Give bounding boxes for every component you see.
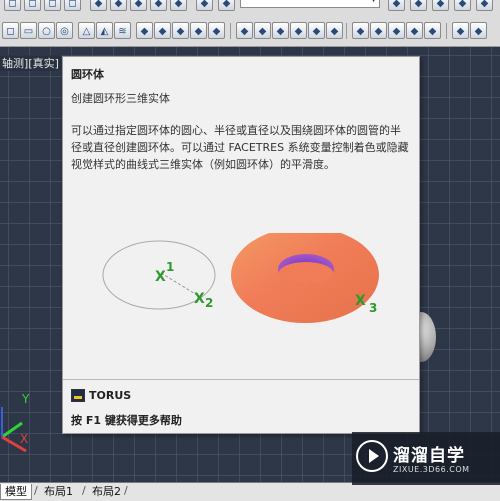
toolbar-button[interactable]: ◆	[236, 22, 253, 39]
toolbar-row-modeling: ◻ ▭ ○ ◎ △ ◭ ≋ ◆ ◆ ◆ ◆ ◆ ◆ ◆ ◆ ◆ ◆ ◆ ◆ ◆ …	[0, 20, 500, 42]
chevron-down-icon: ▼	[370, 0, 377, 4]
toolbar-button[interactable]: ◆	[410, 0, 427, 11]
toolbar-button[interactable]: ◆	[170, 0, 187, 11]
point-3-label: 3	[369, 301, 377, 315]
toolbar-button[interactable]: ◆	[352, 22, 369, 39]
point-2-mark: X	[194, 291, 205, 307]
point-3-mark: X	[355, 293, 366, 309]
sphere-icon[interactable]: ○	[38, 22, 55, 39]
toolbar-button[interactable]: ◆	[308, 22, 325, 39]
toolbar-button[interactable]: ◆	[454, 0, 471, 11]
tab-layout2[interactable]: 布局2	[88, 484, 125, 499]
toolbar-button[interactable]: ◆	[470, 22, 487, 39]
box-icon[interactable]: ◻	[2, 22, 19, 39]
point-1-label: 1	[166, 260, 174, 274]
toolbar-area: ◻ ◻ ◻ ◻ ◆ ◆ ◆ ◆ ◆ ◆ ◆ ▼ ◆ ◆ ◆ ◆ ◆ ◻ ▭ ○ …	[0, 0, 500, 47]
toolbar-button[interactable]: ◆	[254, 22, 271, 39]
toolbar-row-top: ◻ ◻ ◻ ◻ ◆ ◆ ◆ ◆ ◆ ◆ ◆ ▼ ◆ ◆ ◆ ◆ ◆	[0, 0, 500, 14]
toolbar-button[interactable]: ◻	[4, 0, 21, 11]
watermark-title: 溜溜自学	[393, 446, 465, 466]
cylinder-icon[interactable]: ▭	[20, 22, 37, 39]
sweep-icon[interactable]: ◆	[172, 22, 189, 39]
tooltip-description: 可以通过指定圆环体的圆心、半径或直径以及围绕圆环体的圆管的半径或直径创建圆环体。…	[71, 124, 409, 171]
toolbar-separator	[446, 23, 447, 39]
cone-icon[interactable]: △	[78, 22, 95, 39]
extrude-icon[interactable]: ◆	[136, 22, 153, 39]
tab-separator: /	[34, 484, 38, 497]
viewport-label[interactable]: 轴测][真实]	[0, 55, 61, 71]
torus-tooltip: 圆环体 创建圆环形三维实体 可以通过指定圆环体的圆心、半径或直径以及围绕圆环体的…	[62, 56, 420, 434]
tab-separator: /	[82, 484, 86, 497]
tooltip-command-name: TORUS	[89, 389, 132, 402]
toolbar-button[interactable]: ◆	[452, 22, 469, 39]
tooltip-divider	[63, 379, 419, 380]
presspull-icon[interactable]: ◆	[154, 22, 171, 39]
toolbar-button[interactable]: ◻	[44, 0, 61, 11]
toolbar-button[interactable]: ◆	[388, 0, 405, 11]
command-icon	[71, 389, 85, 402]
toolbar-button[interactable]: ◆	[326, 22, 343, 39]
ucs-y-axis-label: Y	[22, 392, 30, 406]
torus-icon[interactable]: ◎	[56, 22, 73, 39]
point-1-mark: X	[155, 269, 166, 285]
tab-separator: /	[124, 484, 128, 497]
tab-layout1[interactable]: 布局1	[40, 484, 77, 499]
toolbar-button[interactable]: ◆	[476, 0, 493, 11]
toolbar-button[interactable]: ◆	[432, 0, 449, 11]
watermark-url: ZIXUE.3D66.COM	[393, 465, 470, 474]
revolve-icon[interactable]: ◆	[190, 22, 207, 39]
tab-model[interactable]: 模型	[0, 484, 32, 500]
toolbar-button[interactable]: ◆	[370, 22, 387, 39]
toolbar-button[interactable]: ◆	[150, 0, 167, 11]
tooltip-title: 圆环体	[71, 68, 104, 81]
toolbar-combobox[interactable]: ▼	[240, 0, 380, 8]
torus-illustration: X 1 X 2 X 3	[102, 233, 379, 323]
wedge-icon[interactable]: ◭	[96, 22, 113, 39]
radius-line	[160, 272, 198, 296]
play-logo-icon	[356, 440, 388, 472]
toolbar-separator	[346, 23, 347, 39]
toolbar-button[interactable]: ◆	[272, 22, 289, 39]
toolbar-button[interactable]: ◆	[90, 0, 107, 11]
toolbar-button[interactable]: ◆	[424, 22, 441, 39]
torus-hole-edge	[279, 262, 333, 284]
loft-icon[interactable]: ◆	[208, 22, 225, 39]
toolbar-button[interactable]: ◆	[196, 0, 213, 11]
toolbar-separator	[230, 23, 231, 39]
tooltip-help-hint: 按 F1 键获得更多帮助	[71, 414, 182, 427]
toolbar-button[interactable]: ◆	[388, 22, 405, 39]
tooltip-subtitle: 创建圆环形三维实体	[71, 92, 170, 105]
toolbar-button[interactable]: ◆	[130, 0, 147, 11]
watermark: 溜溜自学 ZIXUE.3D66.COM	[352, 432, 500, 485]
toolbar-button[interactable]: ◆	[290, 22, 307, 39]
toolbar-button[interactable]: ◆	[406, 22, 423, 39]
toolbar-button[interactable]: ◻	[64, 0, 81, 11]
helix-icon[interactable]: ≋	[114, 22, 131, 39]
toolbar-button[interactable]: ◻	[24, 0, 41, 11]
ucs-x-axis-label: X	[20, 432, 29, 446]
toolbar-button[interactable]: ◆	[110, 0, 127, 11]
point-2-label: 2	[205, 296, 213, 310]
toolbar-button[interactable]: ◆	[218, 0, 235, 11]
